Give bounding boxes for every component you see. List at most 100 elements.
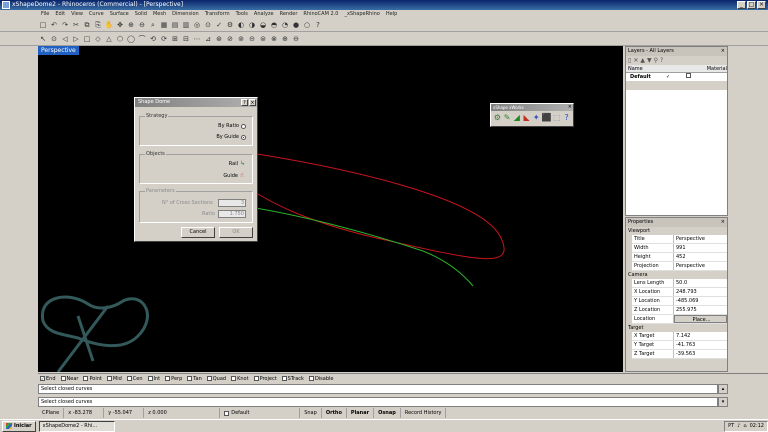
- row1-tool-17-icon[interactable]: ✓: [214, 20, 224, 30]
- layer-indicator[interactable]: Default: [220, 408, 301, 418]
- property-value[interactable]: 248.793: [674, 288, 727, 296]
- property-value[interactable]: Perspective: [674, 235, 727, 243]
- perspective-viewport[interactable]: Perspective: [38, 46, 623, 372]
- row1-tool-20-icon[interactable]: ◑: [247, 20, 257, 30]
- row2-tool-22-icon[interactable]: ⊗: [269, 34, 279, 44]
- osnap-knot[interactable]: Knot: [231, 376, 249, 382]
- osnap-perp[interactable]: Perp: [165, 376, 182, 382]
- row1-tool-7-icon[interactable]: ✋: [104, 20, 114, 30]
- row2-tool-23-icon[interactable]: ⊕: [280, 34, 290, 44]
- row1-tool-22-icon[interactable]: ◓: [269, 20, 279, 30]
- xshape-tool-4-icon[interactable]: ◣: [522, 113, 531, 123]
- floating-toolbar-close-button[interactable]: ×: [568, 104, 572, 111]
- xshape-tool-3-icon[interactable]: ◢: [512, 113, 521, 123]
- cross-sections-input[interactable]: 3: [218, 199, 246, 207]
- xshape-tool-2-icon[interactable]: ✎: [503, 113, 512, 123]
- property-value[interactable]: -41.763: [674, 341, 727, 349]
- menu-edit[interactable]: Edit: [52, 10, 68, 19]
- row2-tool-17-icon[interactable]: ⊛: [214, 34, 224, 44]
- row2-tool-5-icon[interactable]: □: [82, 34, 92, 44]
- row1-tool-14-icon[interactable]: ▥: [181, 20, 191, 30]
- osnap-checkbox[interactable]: [231, 376, 237, 381]
- row2-tool-7-icon[interactable]: △: [104, 34, 114, 44]
- row2-tool-19-icon[interactable]: ⊚: [236, 34, 246, 44]
- minimize-button[interactable]: _: [737, 1, 746, 9]
- rail-pick-icon[interactable]: ↳: [240, 161, 246, 167]
- property-value[interactable]: 7.142: [674, 332, 727, 340]
- history-scroll-icon[interactable]: ▴: [718, 384, 728, 394]
- command-dropdown-icon[interactable]: ▾: [718, 397, 728, 407]
- property-value[interactable]: 991: [674, 244, 727, 252]
- row1-tool-15-icon[interactable]: ◎: [192, 20, 202, 30]
- layer-color-swatch[interactable]: [686, 73, 691, 78]
- row1-tool-16-icon[interactable]: ⊙: [203, 20, 213, 30]
- row2-tool-16-icon[interactable]: ⊿: [203, 34, 213, 44]
- property-value[interactable]: 255.975: [674, 306, 727, 314]
- row2-tool-4-icon[interactable]: ▷: [71, 34, 81, 44]
- row2-tool-2-icon[interactable]: ⊙: [49, 34, 59, 44]
- osnap-checkbox[interactable]: [308, 376, 314, 381]
- xshape-tool-8-icon[interactable]: ?: [562, 113, 571, 123]
- row1-tool-13-icon[interactable]: ▤: [170, 20, 180, 30]
- xshape-tool-7-icon[interactable]: ⬚: [553, 113, 562, 123]
- row1-tool-1-icon[interactable]: □: [38, 20, 48, 30]
- osnap-checkbox[interactable]: [126, 376, 132, 381]
- property-value[interactable]: 50.0: [674, 279, 727, 287]
- row1-tool-12-icon[interactable]: ▦: [159, 20, 169, 30]
- row2-tool-8-icon[interactable]: ⬡: [115, 34, 125, 44]
- menu-transform[interactable]: Transform: [202, 10, 233, 19]
- row1-tool-11-icon[interactable]: ⌕: [148, 20, 158, 30]
- menu-analyze[interactable]: Analyze: [251, 10, 277, 19]
- ok-button[interactable]: OK: [219, 227, 253, 238]
- row2-tool-21-icon[interactable]: ⊜: [258, 34, 268, 44]
- row2-tool-1-icon[interactable]: ↖: [38, 34, 48, 44]
- osnap-tan[interactable]: Tan: [187, 376, 202, 382]
- osnap-project[interactable]: Project: [253, 376, 277, 382]
- by-guide-option[interactable]: By Guide: [216, 134, 246, 140]
- osnap-strack[interactable]: STrack: [281, 376, 304, 382]
- by-ratio-radio[interactable]: [241, 123, 246, 129]
- menu-surface[interactable]: Surface: [107, 10, 132, 19]
- by-guide-radio[interactable]: [241, 134, 246, 140]
- new-layer-icon[interactable]: ▯: [628, 56, 631, 65]
- viewport-title[interactable]: Perspective: [38, 46, 79, 55]
- row2-tool-24-icon[interactable]: ⊖: [291, 34, 301, 44]
- property-value[interactable]: -485.069: [674, 297, 727, 305]
- guide-option[interactable]: Guide ☝: [223, 173, 246, 180]
- row2-tool-14-icon[interactable]: ⊟: [181, 34, 191, 44]
- layers-close-icon[interactable]: ×: [721, 47, 725, 56]
- osnap-point[interactable]: Point: [83, 376, 102, 382]
- guide-pick-icon[interactable]: ☝: [240, 173, 246, 179]
- osnap-checkbox[interactable]: [165, 376, 171, 381]
- property-value[interactable]: Perspective: [674, 262, 727, 270]
- menu-mesh[interactable]: Mesh: [150, 10, 169, 19]
- osnap-checkbox[interactable]: [281, 376, 287, 381]
- record-history-toggle[interactable]: Record History: [401, 408, 447, 418]
- command-prompt[interactable]: Select closed curves: [38, 397, 718, 407]
- menu-solid[interactable]: Solid: [132, 10, 150, 19]
- place-button[interactable]: Place...: [674, 315, 727, 323]
- layer-row[interactable]: Default ✓: [626, 73, 727, 81]
- cplane-label[interactable]: CPlane: [38, 408, 65, 418]
- osnap-checkbox[interactable]: [83, 376, 89, 381]
- property-value[interactable]: 452: [674, 253, 727, 261]
- row2-tool-6-icon[interactable]: ◇: [93, 34, 103, 44]
- osnap-near[interactable]: Near: [60, 376, 78, 382]
- row1-tool-21-icon[interactable]: ◒: [258, 20, 268, 30]
- menu-file[interactable]: File: [38, 10, 52, 19]
- language-indicator[interactable]: PT: [728, 423, 734, 429]
- menu-rhinocam-2-0[interactable]: RhinoCAM 2.0: [300, 10, 341, 19]
- osnap-checkbox[interactable]: [187, 376, 193, 381]
- row1-tool-2-icon[interactable]: ↶: [49, 20, 59, 30]
- row1-tool-26-icon[interactable]: ?: [313, 20, 323, 30]
- menu-xshaperhino[interactable]: _xShapeRhino: [341, 10, 382, 19]
- close-button[interactable]: ×: [757, 1, 766, 9]
- row1-tool-25-icon[interactable]: ○: [302, 20, 312, 30]
- osnap-quad[interactable]: Quad: [206, 376, 226, 382]
- osnap-checkbox[interactable]: [147, 376, 153, 381]
- filter-icon[interactable]: ⚲: [654, 56, 658, 65]
- row1-tool-8-icon[interactable]: ✥: [115, 20, 125, 30]
- cancel-button[interactable]: Cancel: [181, 227, 215, 238]
- by-ratio-option[interactable]: By Ratio: [218, 123, 246, 129]
- xshape-tool-6-icon[interactable]: ⬛: [542, 113, 552, 123]
